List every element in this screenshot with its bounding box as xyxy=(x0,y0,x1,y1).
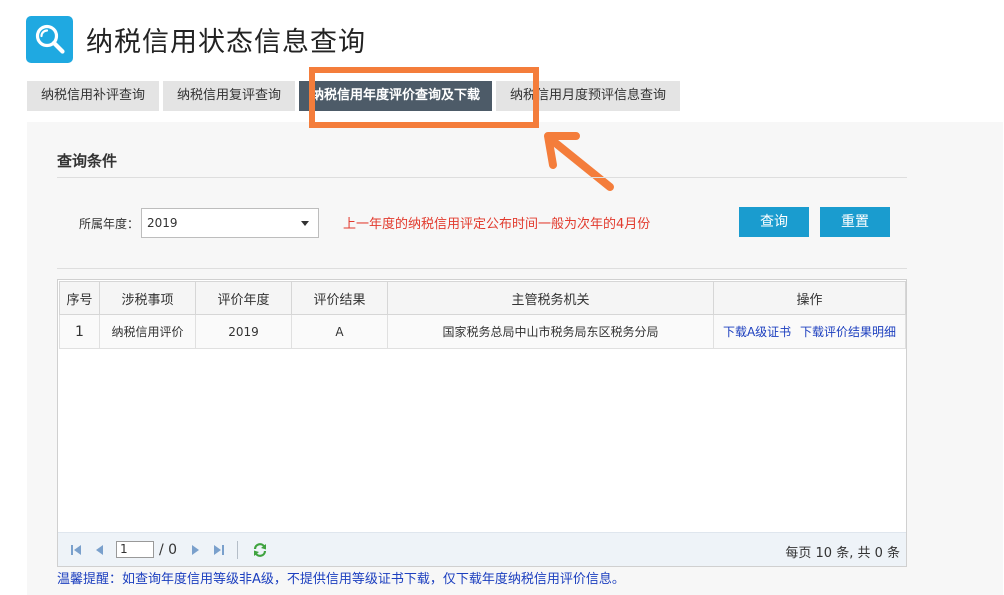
page-title: 纳税信用状态信息查询 xyxy=(86,26,366,58)
column-header-year: 评价年度 xyxy=(195,281,292,315)
search-icon xyxy=(26,15,73,63)
year-label: 所属年度： xyxy=(79,217,140,231)
search-button[interactable]: 查询 xyxy=(739,207,809,237)
cell-result: A xyxy=(291,314,388,349)
table-row: 1 纳税信用评价 2019 A 国家税务总局中山市税务局东区税务分局 下载A级证… xyxy=(59,314,906,349)
tab-monthly-preview[interactable]: 纳税信用月度预评信息查询 xyxy=(496,81,681,111)
publish-notice: 上一年度的纳税信用评定公布时间一般为次年的4月份 xyxy=(343,217,651,232)
column-header-authority: 主管税务机关 xyxy=(387,281,714,315)
page-header: 纳税信用状态信息查询 xyxy=(26,14,366,64)
tab-credit-review[interactable]: 纳税信用复评查询 xyxy=(163,81,296,111)
next-page-icon[interactable] xyxy=(187,542,203,558)
cell-actions: 下载A级证书 下载评价结果明细 xyxy=(713,314,906,349)
arrow-up-left-icon xyxy=(544,132,614,191)
column-header-seq: 序号 xyxy=(59,281,100,315)
page-info: 每页 10 条, 共 0 条 xyxy=(785,546,900,561)
cell-seq: 1 xyxy=(59,314,100,349)
pager-divider xyxy=(237,540,239,559)
form-divider xyxy=(57,268,907,269)
tab-credit-supplement[interactable]: 纳税信用补评查询 xyxy=(27,81,160,111)
tab-bar: 纳税信用补评查询 纳税信用复评查询 纳税信用年度评价查询及下载 纳税信用月度预评… xyxy=(27,81,684,111)
refresh-icon[interactable] xyxy=(252,542,268,558)
table-header-row: 序号 涉税事项 评价年度 评价结果 主管税务机关 操作 xyxy=(59,281,906,315)
cell-item: 纳税信用评价 xyxy=(99,314,196,349)
column-header-action: 操作 xyxy=(713,281,906,315)
reset-button[interactable]: 重置 xyxy=(820,207,890,237)
download-detail-link[interactable]: 下载评价结果明细 xyxy=(800,325,896,339)
reminder-tip: 温馨提醒：如查询年度信用等级非A级，不提供信用等级证书下载，仅下载年度纳税信用评… xyxy=(57,572,625,587)
section-divider xyxy=(57,177,907,178)
pagination-bar: 1 / 0 每页 10 条, 共 0 条 xyxy=(58,532,906,566)
tab-annual-evaluation[interactable]: 纳税信用年度评价查询及下载 xyxy=(299,81,493,111)
page-number-input[interactable]: 1 xyxy=(116,541,154,558)
result-table: 序号 涉税事项 评价年度 评价结果 主管税务机关 操作 1 纳税信用评价 201… xyxy=(57,279,907,567)
last-page-icon[interactable] xyxy=(211,542,227,558)
year-select[interactable]: 2019 xyxy=(141,208,319,238)
chevron-down-icon xyxy=(301,221,309,226)
year-select-value: 2019 xyxy=(147,216,178,230)
download-certificate-link[interactable]: 下载A级证书 xyxy=(723,325,791,339)
first-page-icon[interactable] xyxy=(68,542,84,558)
previous-page-icon[interactable] xyxy=(92,542,108,558)
total-pages: / 0 xyxy=(159,541,178,558)
cell-authority: 国家税务总局中山市税务局东区税务分局 xyxy=(387,314,714,349)
section-title: 查询条件 xyxy=(57,152,118,170)
column-header-item: 涉税事项 xyxy=(99,281,196,315)
cell-year: 2019 xyxy=(195,314,292,349)
column-header-result: 评价结果 xyxy=(291,281,388,315)
